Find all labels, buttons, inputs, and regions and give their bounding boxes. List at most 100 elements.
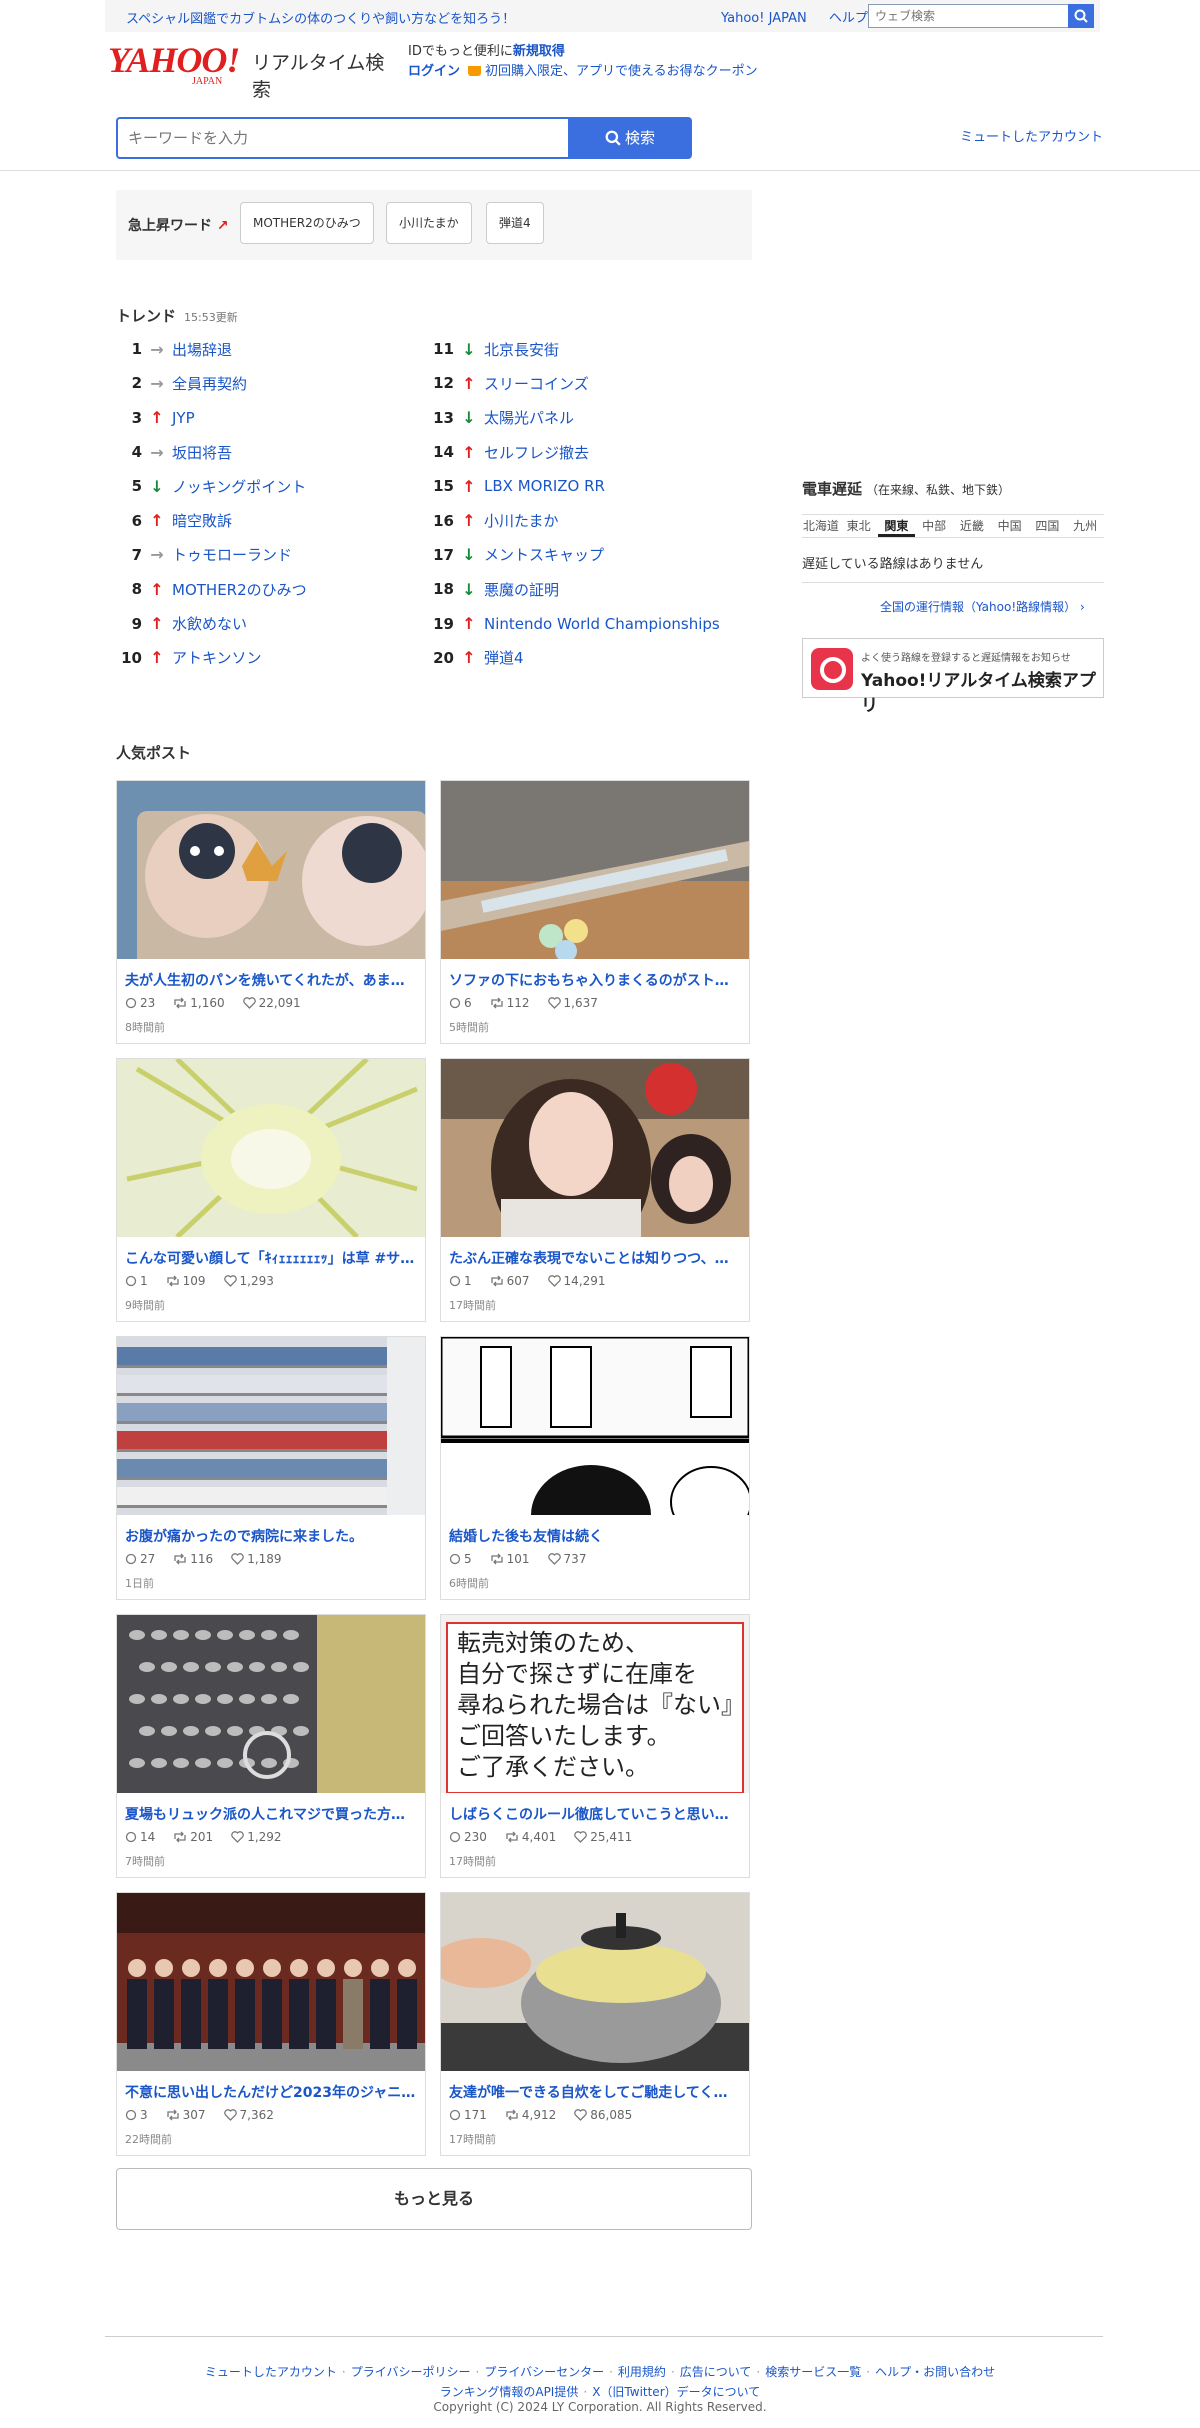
reply-count[interactable]: 5 [449,1552,472,1566]
repost-count[interactable]: 4,912 [505,2108,556,2122]
like-count[interactable]: 14,291 [547,1274,606,1288]
train-info-link[interactable]: 全国の運行情報（Yahoo!路線情報） › [880,598,1085,615]
trend-item[interactable]: 11 ↓ 北京長安街 [428,332,720,366]
trend-word[interactable]: 全員再契約 [172,373,247,394]
repost-count[interactable]: 307 [166,2108,206,2122]
post-text[interactable]: 友達が唯一できる自炊をしてご馳走してくれた [449,2082,741,2102]
reply-count[interactable]: 6 [449,996,472,1010]
post-image[interactable] [117,781,425,959]
repost-count[interactable]: 101 [490,1552,530,1566]
reply-count[interactable]: 14 [125,1830,155,1844]
footer-link[interactable]: 広告について [680,2365,752,2379]
reply-count[interactable]: 3 [125,2108,148,2122]
help-link[interactable]: ヘルプ [829,11,868,26]
like-count[interactable]: 737 [547,1552,586,1566]
trend-word[interactable]: 水飲めない [172,613,247,634]
post-card[interactable]: 不意に思い出したんだけど2023年のジャニーズ 3 307 7,362 22時間… [116,1892,426,2156]
repost-count[interactable]: 201 [173,1830,213,1844]
muted-accounts-link[interactable]: ミュートしたアカウント [960,126,1103,145]
trend-item[interactable]: 6 ↑ 暗空敗訴 [116,503,307,537]
post-image[interactable] [117,1893,425,2071]
coupon-link[interactable]: 初回購入限定、アプリで使えるお得なクーポン [485,64,758,79]
trend-word[interactable]: 弾道4 [484,647,524,668]
trend-item[interactable]: 20 ↑ 弾道4 [428,641,720,675]
trend-item[interactable]: 3 ↑ JYP [116,401,307,435]
repost-count[interactable]: 109 [166,1274,206,1288]
surge-chip[interactable]: 弾道4 [486,202,544,244]
surge-chip[interactable]: 小川たまか [386,202,472,244]
yahoo-japan-link[interactable]: Yahoo! JAPAN [721,11,807,26]
post-card[interactable]: こんな可愛い顔して「ｷｨｪｪｪｪｪｪｯ」は草 #サザナミインコ 1 109 1,… [116,1058,426,1322]
trend-item[interactable]: 12 ↑ スリーコインズ [428,366,720,400]
like-count[interactable]: 25,411 [574,1830,632,1844]
post-card[interactable]: 夫が人生初のパンを焼いてくれたが、あまりにかわいい 23 1,160 22,09… [116,780,426,1044]
repost-count[interactable]: 4,401 [505,1830,556,1844]
trend-item[interactable]: 9 ↑ 水飲めない [116,606,307,640]
reply-count[interactable]: 230 [449,1830,487,1844]
trend-word[interactable]: 悪魔の証明 [484,579,559,600]
repost-count[interactable]: 1,160 [173,996,225,1010]
post-text[interactable]: 結婚した後も友情は続く [449,1526,741,1546]
reply-count[interactable]: 23 [125,996,155,1010]
yahoo-realtime-logo[interactable]: YAHOO! JAPAN リアルタイム検索 [108,42,396,101]
trend-item[interactable]: 14 ↑ セルフレジ撤去 [428,435,720,469]
post-image[interactable] [441,1337,749,1515]
trend-item[interactable]: 13 ↓ 太陽光パネル [428,401,720,435]
app-banner[interactable]: よく使う路線を登録すると遅延情報をお知らせ Yahoo!リアルタイム検索アプリ [802,638,1104,716]
footer-link[interactable]: プライバシーポリシー [351,2365,471,2379]
region-tab[interactable]: 四国 [1029,515,1067,537]
post-text[interactable]: しばらくこのルール徹底していこうと思います [449,1804,741,1824]
trend-word[interactable]: 北京長安街 [484,339,559,360]
post-card[interactable]: ソファの下におもちゃ入りまくるのがストレスで 6 112 1,637 5時間前 [440,780,750,1044]
web-search-input[interactable] [868,4,1074,28]
post-card[interactable]: 夏場もリュック派の人これマジで買った方がいい 14 201 1,292 7時間前 [116,1614,426,1878]
like-count[interactable]: 1,189 [231,1552,282,1566]
search-input[interactable] [116,117,570,159]
reply-count[interactable]: 171 [449,2108,487,2122]
trend-word[interactable]: アトキンソン [172,647,262,668]
region-tab[interactable]: 北海道 [802,515,840,537]
trend-word[interactable]: セルフレジ撤去 [484,442,589,463]
trend-item[interactable]: 4 → 坂田将吾 [116,435,307,469]
login-link[interactable]: ログイン [408,64,460,79]
trend-word[interactable]: 太陽光パネル [484,407,574,428]
post-image[interactable] [117,1059,425,1237]
post-card[interactable]: 結婚した後も友情は続く 5 101 737 6時間前 [440,1336,750,1600]
like-count[interactable]: 86,085 [574,2108,632,2122]
like-count[interactable]: 1,293 [223,1274,274,1288]
footer-link[interactable]: ミュートしたアカウント [205,2365,337,2379]
trend-word[interactable]: Nintendo World Championships [484,615,720,633]
region-tab[interactable]: 近畿 [953,515,991,537]
footer-link[interactable]: ヘルプ・お問い合わせ [875,2365,995,2379]
trend-item[interactable]: 1 → 出場辞退 [116,332,307,366]
trend-word[interactable]: JYP [172,409,195,427]
trend-word[interactable]: ノッキングポイント [172,476,306,497]
region-tab[interactable]: 中部 [915,515,953,537]
trend-word[interactable]: 出場辞退 [172,339,232,360]
trend-word[interactable]: 坂田将吾 [172,442,232,463]
footer-link[interactable]: ランキング情報のAPI提供 [440,2385,579,2399]
post-card[interactable]: お腹が痛かったので病院に来ました。 27 116 1,189 1日前 [116,1336,426,1600]
repost-count[interactable]: 112 [490,996,530,1010]
post-image[interactable] [117,1615,425,1793]
promo-link[interactable]: スペシャル図鑑でカブトムシの体のつくりや飼い方などを知ろう！ [126,8,515,27]
trend-word[interactable]: トゥモローランド [172,544,292,565]
trend-item[interactable]: 10 ↑ アトキンソン [116,641,307,675]
region-tab[interactable]: 九州 [1066,515,1104,537]
post-image[interactable] [441,1059,749,1237]
trend-word[interactable]: スリーコインズ [484,373,589,394]
trend-word[interactable]: 暗空敗訴 [172,510,232,531]
post-text[interactable]: 夏場もリュック派の人これマジで買った方がいい [125,1804,417,1824]
search-button[interactable]: 検索 [568,117,692,159]
post-text[interactable]: お腹が痛かったので病院に来ました。 [125,1526,417,1546]
like-count[interactable]: 1,292 [231,1830,282,1844]
like-count[interactable]: 22,091 [242,996,301,1010]
trend-item[interactable]: 5 ↓ ノッキングポイント [116,469,307,503]
like-count[interactable]: 1,637 [547,996,598,1010]
surge-chip[interactable]: MOTHER2のひみつ [240,202,374,244]
trend-word[interactable]: 小川たまか [484,510,559,531]
footer-link[interactable]: プライバシーセンター [484,2365,604,2379]
footer-link[interactable]: 検索サービス一覧 [765,2365,861,2379]
post-card[interactable]: たぶん正確な表現でないことは知りつつ、韓国の 1 607 14,291 17時間… [440,1058,750,1322]
post-image[interactable] [117,1337,425,1515]
